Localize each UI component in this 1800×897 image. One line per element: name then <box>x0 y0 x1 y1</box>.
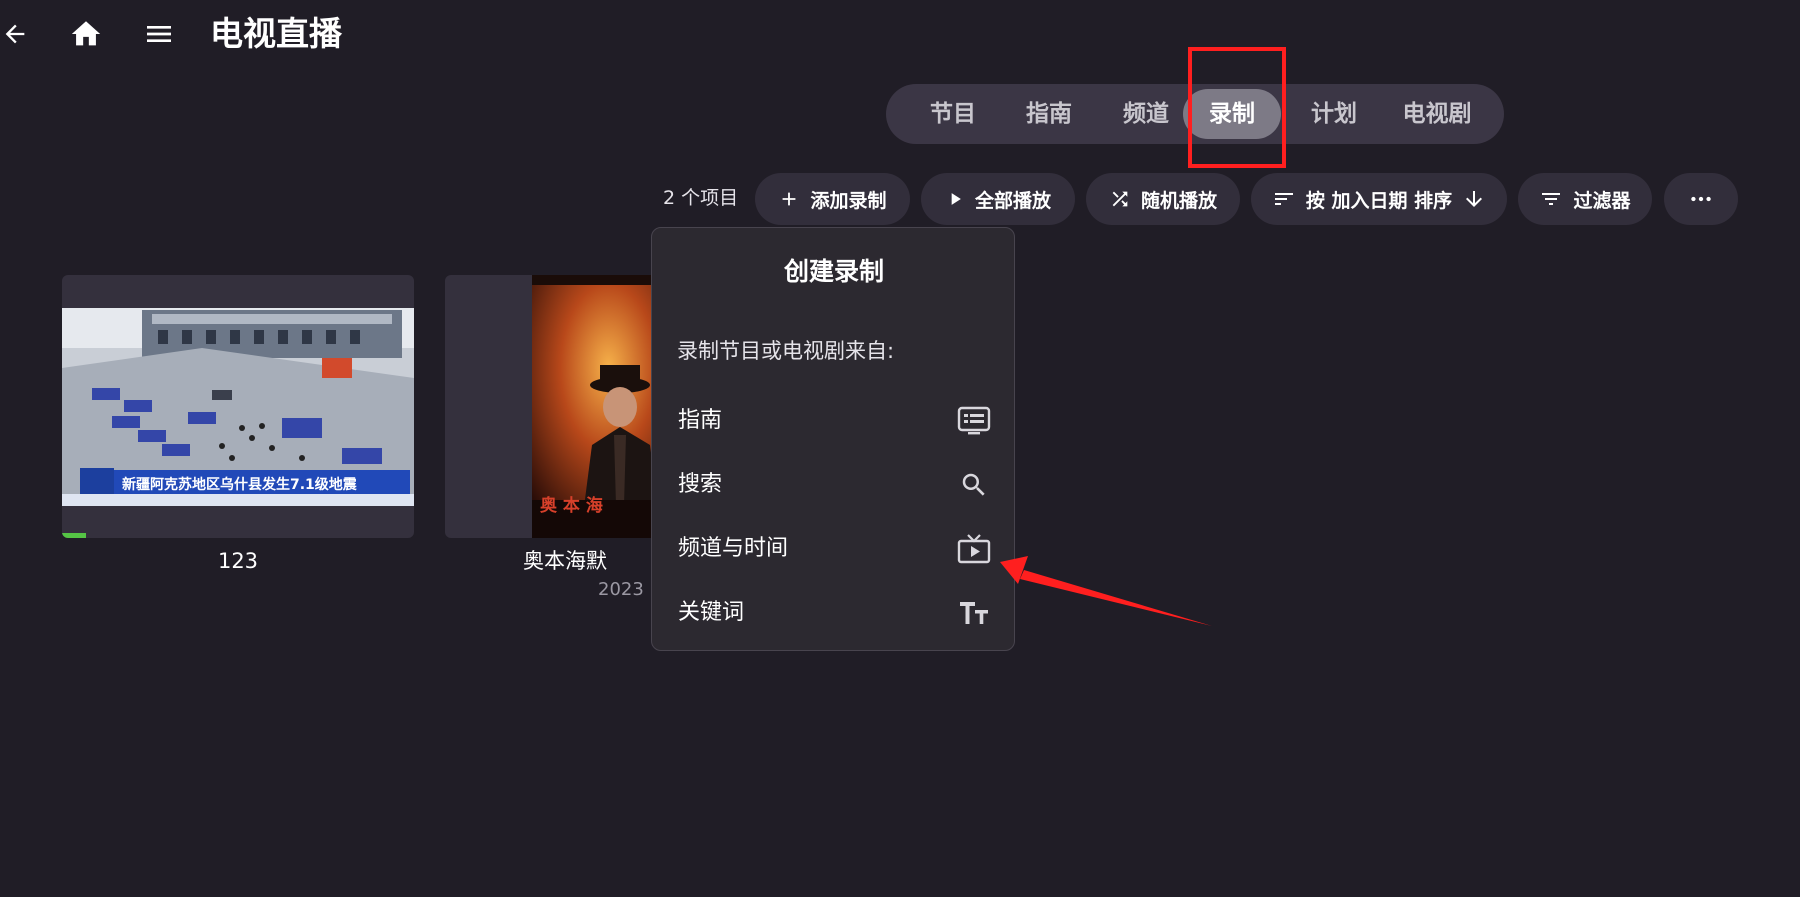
plus-icon <box>783 192 796 206</box>
popup-item-channel-and-time[interactable]: 频道与时间 <box>652 521 1014 577</box>
recording-card[interactable]: 新疆阿克苏地区乌什县发生7.1级地震 <box>62 275 414 538</box>
shuffle-button[interactable]: 随机播放 <box>1086 173 1240 225</box>
item-count: 2 个项目 <box>663 187 739 209</box>
tab-channels[interactable]: 频道 <box>1103 89 1189 139</box>
popup-item-guide[interactable]: 指南 <box>652 393 1014 449</box>
popup-item-label: 指南 <box>678 408 723 433</box>
shuffle-icon <box>1112 191 1128 207</box>
tab-series[interactable]: 电视剧 <box>1387 89 1487 139</box>
tab-programs[interactable]: 节目 <box>910 89 996 139</box>
home-button[interactable] <box>66 14 106 54</box>
poster-text: 奥 本 海 <box>540 496 603 516</box>
sort-label: 按 加入日期 排序 <box>1305 189 1453 212</box>
recording-card[interactable]: 奥 本 海 <box>445 275 685 538</box>
watch-progress-bar <box>62 533 86 538</box>
guide-list-icon <box>957 405 991 437</box>
news-caption: 新疆阿克苏地区乌什县发生7.1级地震 <box>122 477 357 493</box>
popup-title: 创建录制 <box>783 257 884 286</box>
filter-icon <box>1542 193 1561 205</box>
filter-label: 过滤器 <box>1573 189 1631 212</box>
back-button[interactable] <box>0 14 30 54</box>
popup-subtitle: 录制节目或电视剧来自: <box>677 339 895 363</box>
popup-item-label: 关键词 <box>678 600 745 625</box>
sort-button[interactable]: 按 加入日期 排序 <box>1251 173 1507 225</box>
create-recording-popup: 创建录制 录制节目或电视剧来自: 指南 搜索 频道与时间 关键词 <box>651 227 1015 651</box>
play-all-label: 全部播放 <box>974 189 1051 212</box>
popup-item-search[interactable]: 搜索 <box>652 457 1014 513</box>
shuffle-label: 随机播放 <box>1140 189 1217 212</box>
top-bar: 电视直播 <box>0 0 1800 70</box>
more-horizontal-icon <box>1691 196 1711 202</box>
play-all-button[interactable]: 全部播放 <box>921 173 1075 225</box>
popup-item-label: 搜索 <box>678 472 723 497</box>
home-icon <box>71 21 101 46</box>
popup-item-keywords[interactable]: 关键词 <box>652 585 1014 641</box>
hamburger-menu-icon <box>147 26 171 42</box>
menu-button[interactable] <box>139 14 179 54</box>
tab-schedule[interactable]: 计划 <box>1291 89 1377 139</box>
annotation-highlight-box <box>1188 47 1286 168</box>
card-title[interactable]: 奥本海默 <box>470 547 660 575</box>
add-recording-label: 添加录制 <box>810 189 887 212</box>
add-recording-button[interactable]: 添加录制 <box>755 173 910 225</box>
sort-icon <box>1274 193 1293 205</box>
text-size-icon <box>957 597 991 629</box>
page-title: 电视直播 <box>210 14 342 53</box>
filter-button[interactable]: 过滤器 <box>1518 173 1652 225</box>
card-year: 2023 <box>598 579 644 600</box>
news-thumbnail: 新疆阿克苏地区乌什县发生7.1级地震 <box>62 308 414 506</box>
card-title[interactable]: 123 <box>62 547 414 575</box>
arrow-down-icon <box>1466 191 1483 207</box>
play-icon <box>951 193 961 205</box>
tab-guide[interactable]: 指南 <box>1006 89 1092 139</box>
more-options-button[interactable] <box>1664 173 1738 225</box>
search-icon <box>957 469 991 501</box>
arrow-left-icon <box>5 24 25 44</box>
popup-item-label: 频道与时间 <box>678 536 789 561</box>
tv-play-icon <box>957 533 991 565</box>
